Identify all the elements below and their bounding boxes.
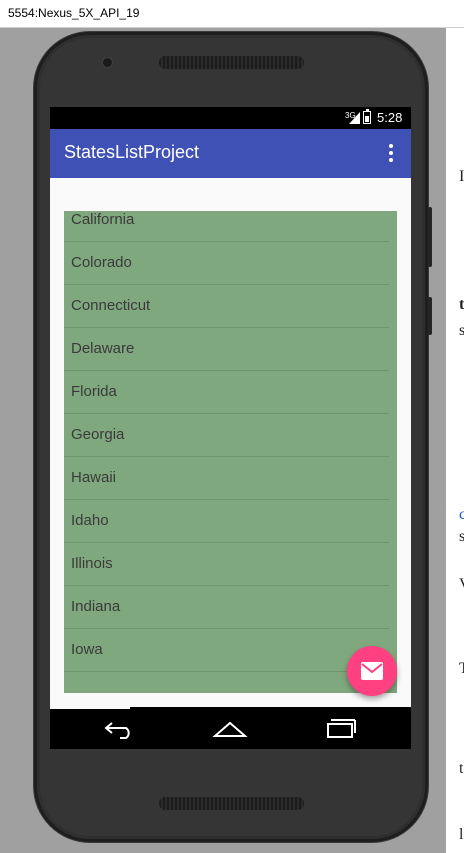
navigation-bar (50, 707, 411, 749)
signal-icon (349, 112, 360, 124)
list-item-label: California (71, 211, 135, 228)
list-item-label: Illinois (71, 555, 113, 572)
email-icon (361, 662, 383, 680)
list-item-label: Iowa (71, 641, 103, 658)
states-list-inner: California Colorado Connecticut Delaware Flo… (64, 211, 397, 672)
background-text-char: I (459, 168, 464, 185)
background-text-char: V (459, 576, 464, 594)
list-item-label: Hawaii (71, 469, 117, 486)
recents-icon[interactable] (322, 717, 358, 739)
list-item[interactable]: Georgia (64, 414, 389, 457)
background-text-char: l (459, 826, 464, 843)
background-document-strip: I t s c s V T t l (446, 28, 464, 853)
window-titlebar[interactable]: 5554:Nexus_5X_API_19 (0, 0, 464, 28)
app-toolbar: StatesListProject (50, 129, 411, 178)
list-item-label: Indiana (71, 598, 121, 615)
list-item[interactable]: California (64, 211, 389, 242)
home-icon[interactable] (212, 717, 248, 739)
volume-button[interactable] (428, 207, 432, 267)
list-item-label: Colorado (71, 254, 132, 271)
list-item[interactable]: Delaware (64, 328, 389, 371)
list-item-label: Delaware (71, 340, 135, 357)
list-item[interactable]: Colorado (64, 242, 389, 285)
status-bar: 3G 5:28 (50, 107, 411, 129)
app-title: StatesListProject (64, 142, 200, 162)
list-item[interactable]: Hawaii (64, 457, 389, 500)
background-text-char: t (459, 296, 464, 313)
battery-icon (363, 109, 371, 124)
window-title: 5554:Nexus_5X_API_19 (8, 6, 140, 20)
list-item[interactable]: Illinois (64, 543, 389, 586)
power-button[interactable] (428, 297, 432, 335)
states-list[interactable]: California Colorado Connecticut Delaware Flo… (64, 211, 397, 693)
list-item[interactable]: Indiana (64, 586, 389, 629)
list-item[interactable]: Connecticut (64, 285, 389, 328)
list-item[interactable]: Iowa (64, 629, 389, 672)
background-text-char: s (459, 528, 464, 545)
front-camera (103, 58, 112, 67)
list-item-label: Idaho (71, 512, 109, 529)
content-overflow-strip (50, 707, 130, 709)
list-item-label: Florida (71, 383, 117, 400)
list-item-label: Georgia (71, 426, 125, 443)
background-text-char: s (459, 322, 464, 339)
emulator-window: 5554:Nexus_5X_API_19 I t s c s V T t l 3… (0, 0, 464, 853)
list-item[interactable]: Idaho (64, 500, 389, 543)
background-text-char: T (459, 660, 464, 677)
main-content: California Colorado Connecticut Delaware Flo… (50, 178, 411, 707)
back-icon[interactable] (102, 717, 138, 739)
device-screen: 3G 5:28 StatesListProject California Colo… (50, 107, 411, 749)
list-item-label: Connecticut (71, 297, 151, 314)
bottom-speaker-grille (159, 797, 304, 810)
background-link-char: c (459, 506, 464, 523)
top-speaker-grille (159, 56, 304, 69)
background-text-char: t (459, 760, 464, 777)
status-time: 5:28 (377, 110, 403, 125)
list-item[interactable]: Florida (64, 371, 389, 414)
email-fab-button[interactable] (347, 646, 397, 696)
more-vert-icon[interactable] (384, 142, 398, 164)
